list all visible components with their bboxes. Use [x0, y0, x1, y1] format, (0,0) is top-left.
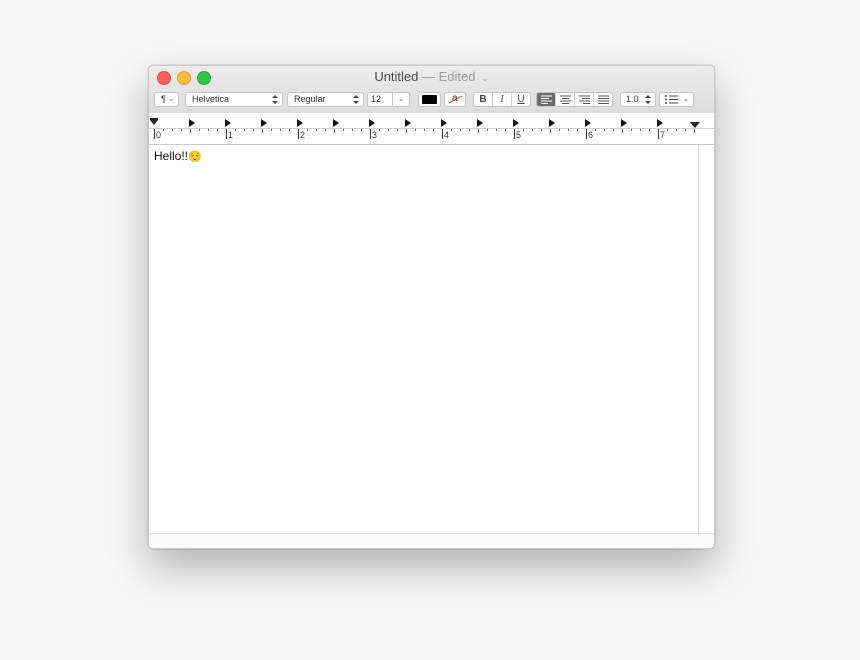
ruler[interactable]: 0 1 2 3 4 5 6 7	[149, 113, 714, 145]
tab-stop-marker-icon	[189, 119, 195, 127]
paragraph-icon: ¶	[161, 94, 166, 104]
chevron-down-icon: ⌄	[683, 96, 689, 103]
tab-stop-marker-icon	[513, 119, 519, 127]
tab-stop-marker-icon	[585, 119, 591, 127]
tab-stop-marker-icon	[297, 119, 303, 127]
textedit-window: Untitled — Edited ⌄ ¶ ⌄ Helvetica Regula…	[148, 65, 715, 549]
font-family-popup[interactable]: Helvetica	[185, 92, 283, 107]
background-color-well[interactable]: a	[444, 92, 466, 107]
tab-stop-marker-icon	[477, 119, 483, 127]
document-text-area[interactable]: Hello!!😌	[149, 145, 699, 534]
justify-icon	[597, 95, 609, 104]
ruler-svg	[149, 118, 714, 139]
left-indent-marker-icon	[150, 120, 158, 125]
text-color-swatch	[422, 95, 437, 104]
list-icon	[665, 95, 678, 104]
align-left-icon	[540, 95, 552, 104]
paragraph-style-popup[interactable]: ¶ ⌄	[154, 92, 179, 107]
tab-stop-marker-icon	[261, 119, 267, 127]
ruler-number: 6	[588, 130, 594, 140]
title-bar[interactable]: Untitled — Edited ⌄ ¶ ⌄ Helvetica Regula…	[149, 66, 714, 114]
vertical-scroll-area[interactable]	[699, 145, 714, 534]
font-size-value: 12	[371, 94, 382, 104]
relieved-face-emoji: 😌	[188, 151, 202, 163]
updown-arrows-icon	[645, 94, 651, 105]
document-text-content: Hello!!	[154, 149, 189, 163]
tab-stop-marker-icon	[333, 119, 339, 127]
tab-stop-marker-icon	[657, 119, 663, 127]
ruler-number: 2	[300, 130, 306, 140]
updown-arrows-icon	[272, 94, 278, 105]
window-title[interactable]: Untitled — Edited ⌄	[149, 69, 714, 84]
ruler-number: 0	[156, 130, 162, 140]
tab-stop-marker-icon	[405, 119, 411, 127]
list-bullets-popup[interactable]: ⌄	[659, 92, 694, 107]
font-style-label: Regular	[294, 94, 326, 104]
line-spacing-popup[interactable]: 1.0	[620, 92, 656, 107]
first-line-indent-marker-icon	[150, 118, 158, 120]
edited-status: Edited	[438, 69, 476, 84]
align-center-icon	[559, 95, 571, 104]
document-name: Untitled	[374, 69, 419, 84]
alignment-segmented	[536, 92, 613, 107]
ruler-number: 5	[516, 130, 522, 140]
align-right-button[interactable]	[575, 93, 594, 106]
ruler-number: 7	[660, 130, 666, 140]
chevron-down-icon: ⌄	[398, 96, 404, 103]
line-spacing-value: 1.0	[626, 94, 639, 104]
right-indent-marker-icon	[690, 122, 700, 128]
text-color-well[interactable]	[418, 92, 441, 107]
tab-stop-marker-icon	[621, 119, 627, 127]
underline-button[interactable]: U	[512, 93, 530, 106]
font-family-label: Helvetica	[192, 94, 230, 104]
horizontal-scroll-area[interactable]	[149, 533, 714, 548]
align-right-icon	[578, 95, 590, 104]
justify-button[interactable]	[594, 93, 612, 106]
bold-button[interactable]: B	[474, 93, 493, 106]
ruler-number: 4	[444, 130, 450, 140]
ruler-number: 1	[228, 130, 234, 140]
text-style-segmented: B I U	[473, 92, 531, 107]
font-size-field[interactable]: 12	[367, 92, 393, 107]
title-separator: —	[422, 69, 436, 84]
font-size-menu-button[interactable]: ⌄	[392, 92, 410, 107]
chevron-down-icon: ⌄	[168, 96, 174, 103]
font-style-popup[interactable]: Regular	[287, 92, 364, 107]
document-text[interactable]: Hello!!😌	[154, 149, 202, 163]
italic-button[interactable]: I	[493, 93, 512, 106]
tab-stop-marker-icon	[549, 119, 555, 127]
align-left-button[interactable]	[537, 93, 556, 106]
align-center-button[interactable]	[556, 93, 575, 106]
title-chevron-icon[interactable]: ⌄	[481, 73, 489, 83]
tab-stop-marker-icon	[369, 119, 375, 127]
ruler-number: 3	[372, 130, 378, 140]
tab-stop-marker-icon	[441, 119, 447, 127]
updown-arrows-icon	[353, 94, 359, 105]
tab-stop-marker-icon	[225, 119, 231, 127]
